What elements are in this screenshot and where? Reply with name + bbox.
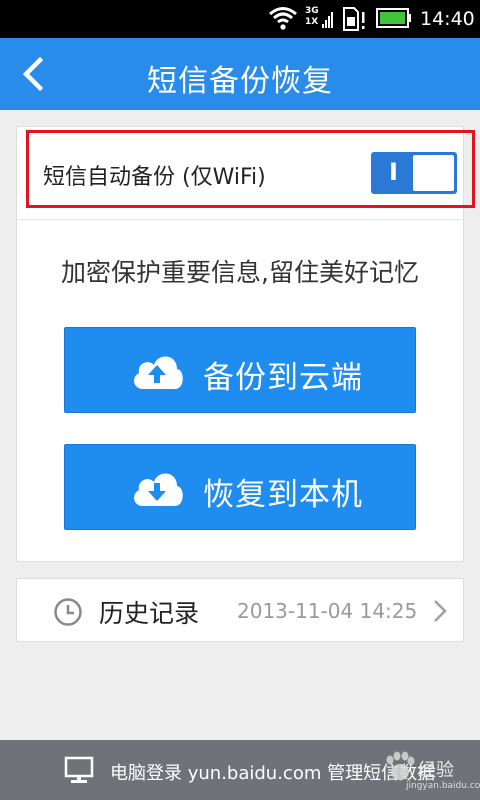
sim-card-icon <box>343 7 365 31</box>
restore-button-label: 恢复到本机 <box>203 477 363 513</box>
history-last-time: 2013-11-04 14:25 <box>237 599 418 623</box>
cloud-upload-icon <box>134 356 183 389</box>
history-label: 历史记录 <box>99 599 200 628</box>
page-title: 短信备份恢复 <box>147 64 333 99</box>
cloud-download-icon <box>134 473 183 506</box>
backup-button-label: 备份到云端 <box>203 360 363 396</box>
restore-to-device-button[interactable]: 恢复到本机 <box>64 444 416 530</box>
status-bar: 3G 1X 14:40 <box>0 0 480 38</box>
title-bar: 短信备份恢复 <box>0 38 480 110</box>
clock-icon <box>54 598 82 626</box>
battery-icon <box>376 8 411 28</box>
monitor-icon <box>64 756 94 783</box>
highlight-box <box>26 130 475 208</box>
clock-time: 14:40 <box>420 8 475 30</box>
watermark-text: 经验 <box>418 760 454 781</box>
backup-to-cloud-button[interactable]: 备份到云端 <box>64 327 416 413</box>
chevron-right-icon <box>434 600 447 622</box>
history-row[interactable]: 历史记录 2013-11-04 14:25 <box>16 578 464 642</box>
wifi-icon <box>269 7 297 30</box>
signal-icon <box>322 12 333 28</box>
tagline: 加密保护重要信息,留住美好记忆 <box>61 258 419 287</box>
watermark-url: jingyan.baidu.com <box>406 781 480 791</box>
